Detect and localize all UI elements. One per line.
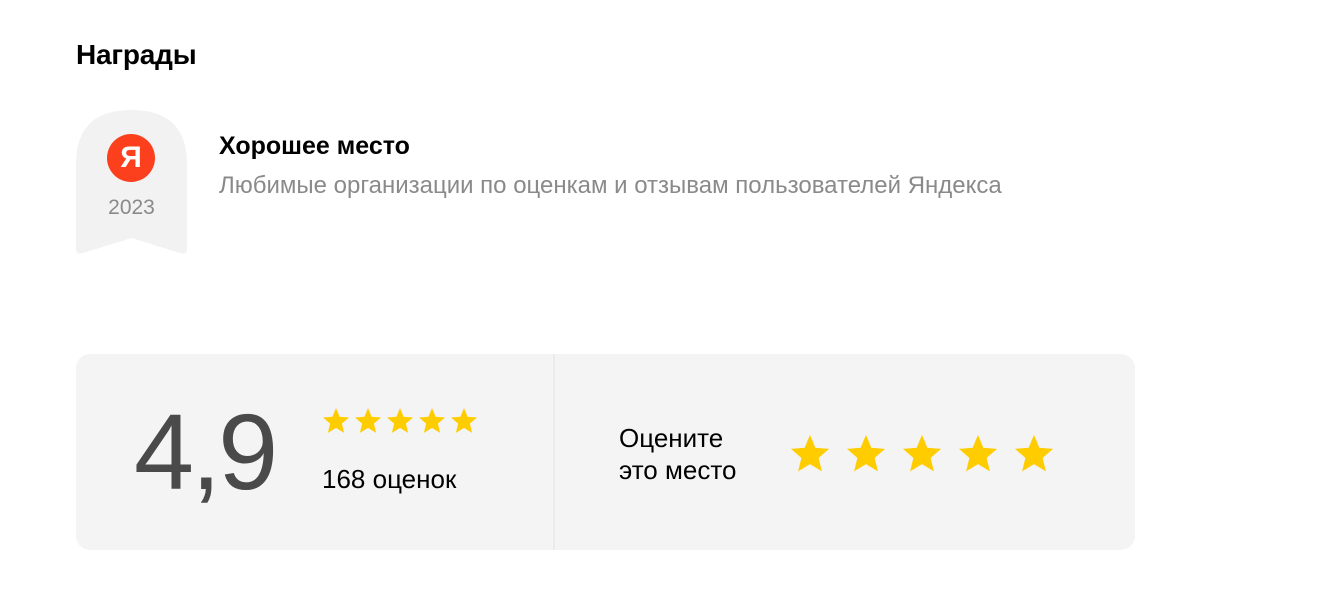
award-item: Я 2023 Хорошее место Любимые организации…: [76, 110, 1176, 260]
rate-prompt: Оцените это место: [619, 422, 736, 486]
rate-star-1-icon[interactable]: [788, 432, 832, 476]
star-icon: [451, 408, 477, 433]
star-icon: [419, 408, 445, 433]
award-description: Любимые организации по оценкам и отзывам…: [219, 172, 1002, 199]
rate-prompt-line1: Оцените: [619, 423, 724, 453]
award-ribbon-shape: [76, 110, 187, 254]
star-icon: [387, 408, 413, 433]
star-icon: [355, 408, 381, 433]
rate-star-2-icon[interactable]: [844, 432, 888, 476]
rate-prompt-line2: это место: [619, 455, 737, 485]
rate-star-5-icon[interactable]: [1012, 432, 1056, 476]
award-year: 2023: [108, 196, 155, 219]
rate-star-3-icon[interactable]: [900, 432, 944, 476]
award-title: Хорошее место: [219, 132, 410, 160]
ratings-count: 168 оценок: [322, 464, 457, 494]
rate-star-4-icon[interactable]: [956, 432, 1000, 476]
yandex-logo-icon: Я: [107, 134, 155, 182]
rating-value: 4,9: [134, 391, 278, 512]
average-rating-stars: [321, 406, 479, 436]
card-divider: [553, 354, 555, 550]
rate-stars-input[interactable]: [788, 432, 1056, 476]
rating-card: 4,9 168 оценок Оцените это место: [76, 354, 1135, 550]
star-icon: [323, 408, 349, 433]
section-title: Награды: [76, 39, 197, 70]
award-badge: Я 2023: [76, 110, 187, 255]
